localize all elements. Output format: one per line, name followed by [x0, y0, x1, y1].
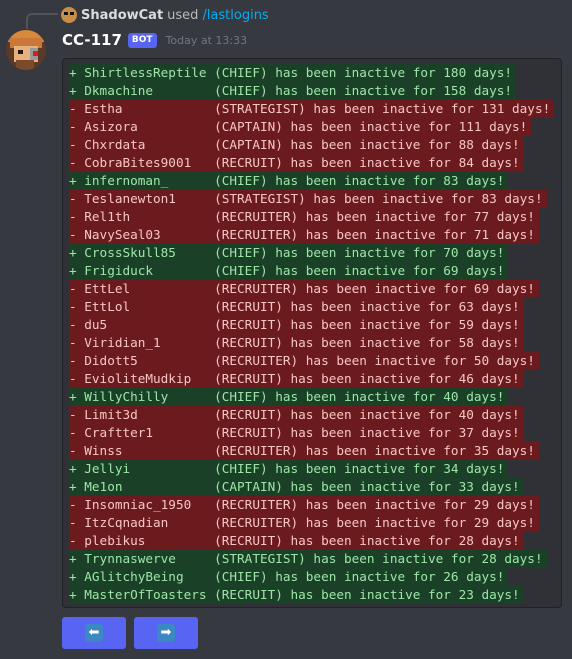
- diff-line-text: - Teslanewton1 (STRATEGIST) has been ina…: [69, 190, 547, 208]
- diff-line-removed: - Teslanewton1 (STRATEGIST) has been ina…: [69, 190, 554, 208]
- code-block: + ShirtlessReptile (CHIEF) has been inac…: [62, 58, 562, 608]
- right-arrow-icon: ➡: [157, 624, 175, 642]
- reply-used-text: used: [167, 7, 199, 23]
- timestamp[interactable]: Today at 13:33: [166, 34, 248, 47]
- diff-line-text: + Dkmachine (CHIEF) has been inactive fo…: [69, 82, 517, 100]
- diff-line-text: - Chxrdata (CAPTAIN) has been inactive f…: [69, 136, 524, 154]
- diff-line-removed: - Asizora (CAPTAIN) has been inactive fo…: [69, 118, 554, 136]
- bot-badge: BOT: [127, 32, 157, 48]
- diff-line-removed: - EttLol (RECRUIT) has been inactive for…: [69, 298, 554, 316]
- diff-line-added: + Jellyi (CHIEF) has been inactive for 3…: [69, 460, 554, 478]
- message-header: CC-117 BOT Today at 13:33: [62, 29, 247, 51]
- diff-line-removed: - CobraBites9001 (RECRUIT) has been inac…: [69, 154, 554, 172]
- diff-line-text: - ItzCqnadian (RECRUITER) has been inact…: [69, 514, 539, 532]
- reply-username[interactable]: ShadowCat: [81, 8, 163, 23]
- diff-line-text: - Asizora (CAPTAIN) has been inactive fo…: [69, 118, 532, 136]
- diff-line-text: + AGlitchyBeing (CHIEF) has been inactiv…: [69, 568, 509, 586]
- diff-line-removed: - Winss (RECRUITER) has been inactive fo…: [69, 442, 554, 460]
- left-arrow-icon: ⬅: [85, 624, 103, 642]
- diff-line-text: + Frigiduck (CHIEF) has been inactive fo…: [69, 262, 509, 280]
- diff-line-removed: - EttLel (RECRUITER) has been inactive f…: [69, 280, 554, 298]
- diff-line-text: - Limit3d (RECRUIT) has been inactive fo…: [69, 406, 524, 424]
- diff-lines: + ShirtlessReptile (CHIEF) has been inac…: [69, 64, 555, 604]
- reply-reference[interactable]: ShadowCat used /lastlogins: [61, 6, 269, 24]
- diff-line-added: + Me1on (CAPTAIN) has been inactive for …: [69, 478, 554, 496]
- diff-line-removed: - EvioliteMudkip (RECRUIT) has been inac…: [69, 370, 554, 388]
- diff-line-text: + MasterOfToasters (RECRUIT) has been in…: [69, 586, 524, 604]
- diff-line-added: + WillyChilly (CHIEF) has been inactive …: [69, 388, 554, 406]
- diff-line-removed: - plebikus (RECRUIT) has been inactive f…: [69, 532, 554, 550]
- diff-line-removed: - du5 (RECRUIT) has been inactive for 59…: [69, 316, 554, 334]
- diff-line-text: - plebikus (RECRUIT) has been inactive f…: [69, 532, 524, 550]
- diff-line-removed: - Insomniac_1950 (RECRUITER) has been in…: [69, 496, 554, 514]
- diff-line-removed: - Chxrdata (CAPTAIN) has been inactive f…: [69, 136, 554, 154]
- diff-line-added: + Dkmachine (CHIEF) has been inactive fo…: [69, 82, 554, 100]
- reply-connector: [26, 13, 58, 29]
- reply-avatar[interactable]: [61, 7, 77, 23]
- diff-line-text: - EvioliteMudkip (RECRUIT) has been inac…: [69, 370, 524, 388]
- diff-line-removed: - ItzCqnadian (RECRUITER) has been inact…: [69, 514, 554, 532]
- diff-line-text: - Didott5 (RECRUITER) has been inactive …: [69, 352, 539, 370]
- diff-line-removed: - Viridian_1 (RECRUIT) has been inactive…: [69, 334, 554, 352]
- diff-line-text: - EttLol (RECRUIT) has been inactive for…: [69, 298, 524, 316]
- diff-line-added: + ShirtlessReptile (CHIEF) has been inac…: [69, 64, 554, 82]
- diff-line-text: + CrossSkull85 (CHIEF) has been inactive…: [69, 244, 509, 262]
- diff-line-text: - Winss (RECRUITER) has been inactive fo…: [69, 442, 539, 460]
- next-page-button[interactable]: ➡: [134, 617, 198, 649]
- diff-line-removed: - Rel1th (RECRUITER) has been inactive f…: [69, 208, 554, 226]
- diff-line-added: + MasterOfToasters (RECRUIT) has been in…: [69, 586, 554, 604]
- diff-line-text: - Craftter1 (RECRUIT) has been inactive …: [69, 424, 524, 442]
- diff-line-text: + Me1on (CAPTAIN) has been inactive for …: [69, 478, 524, 496]
- diff-line-added: + Trynnaswerve (STRATEGIST) has been ina…: [69, 550, 554, 568]
- diff-line-removed: - Craftter1 (RECRUIT) has been inactive …: [69, 424, 554, 442]
- diff-line-added: + AGlitchyBeing (CHIEF) has been inactiv…: [69, 568, 554, 586]
- diff-line-text: + WillyChilly (CHIEF) has been inactive …: [69, 388, 509, 406]
- diff-line-text: - Viridian_1 (RECRUIT) has been inactive…: [69, 334, 524, 352]
- diff-line-removed: - Didott5 (RECRUITER) has been inactive …: [69, 352, 554, 370]
- diff-line-text: - Rel1th (RECRUITER) has been inactive f…: [69, 208, 539, 226]
- diff-line-text: - Insomniac_1950 (RECRUITER) has been in…: [69, 496, 539, 514]
- author-name[interactable]: CC-117: [62, 31, 122, 49]
- diff-line-removed: - NavySeal03 (RECRUITER) has been inacti…: [69, 226, 554, 244]
- diff-line-added: + Frigiduck (CHIEF) has been inactive fo…: [69, 262, 554, 280]
- diff-line-removed: - Limit3d (RECRUIT) has been inactive fo…: [69, 406, 554, 424]
- diff-line-text: - Estha (STRATEGIST) has been inactive f…: [69, 100, 555, 118]
- diff-line-text: + Trynnaswerve (STRATEGIST) has been ina…: [69, 550, 547, 568]
- previous-page-button[interactable]: ⬅: [62, 617, 126, 649]
- reply-command-link[interactable]: /lastlogins: [202, 8, 268, 23]
- diff-line-added: + CrossSkull85 (CHIEF) has been inactive…: [69, 244, 554, 262]
- diff-line-text: + infernoman_ (CHIEF) has been inactive …: [69, 172, 509, 190]
- diff-line-text: - du5 (RECRUIT) has been inactive for 59…: [69, 316, 524, 334]
- diff-line-text: - NavySeal03 (RECRUITER) has been inacti…: [69, 226, 539, 244]
- avatar[interactable]: [6, 30, 46, 70]
- diff-line-text: + Jellyi (CHIEF) has been inactive for 3…: [69, 460, 509, 478]
- diff-line-added: + infernoman_ (CHIEF) has been inactive …: [69, 172, 554, 190]
- diff-line-text: - EttLel (RECRUITER) has been inactive f…: [69, 280, 539, 298]
- diff-line-text: + ShirtlessReptile (CHIEF) has been inac…: [69, 64, 517, 82]
- diff-line-text: - CobraBites9001 (RECRUIT) has been inac…: [69, 154, 524, 172]
- diff-line-removed: - Estha (STRATEGIST) has been inactive f…: [69, 100, 555, 118]
